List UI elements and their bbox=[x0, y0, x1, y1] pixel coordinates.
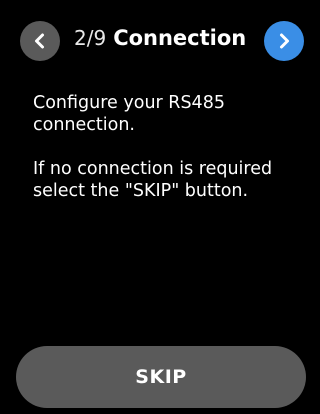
previous-button[interactable] bbox=[20, 21, 60, 61]
next-button[interactable] bbox=[264, 21, 304, 61]
page-title: 2/9 Connection bbox=[74, 26, 246, 58]
chevron-right-icon bbox=[280, 33, 289, 49]
header: 2/9 Connection bbox=[0, 0, 305, 84]
skip-button[interactable]: SKIP bbox=[16, 346, 306, 408]
step-indicator: 2/9 bbox=[74, 26, 107, 50]
chevron-left-icon bbox=[35, 33, 44, 49]
instruction-paragraph-2: If no connection is required select the … bbox=[33, 159, 273, 201]
instruction-paragraph-1: Configure your RS485 connection. bbox=[33, 93, 225, 135]
title-text: Connection bbox=[113, 26, 247, 50]
setup-screen: 2/9 Connection Configure your RS485 conn… bbox=[0, 0, 306, 414]
instructions: Configure your RS485 connection. If no c… bbox=[33, 92, 288, 224]
skip-button-label: SKIP bbox=[135, 366, 187, 388]
